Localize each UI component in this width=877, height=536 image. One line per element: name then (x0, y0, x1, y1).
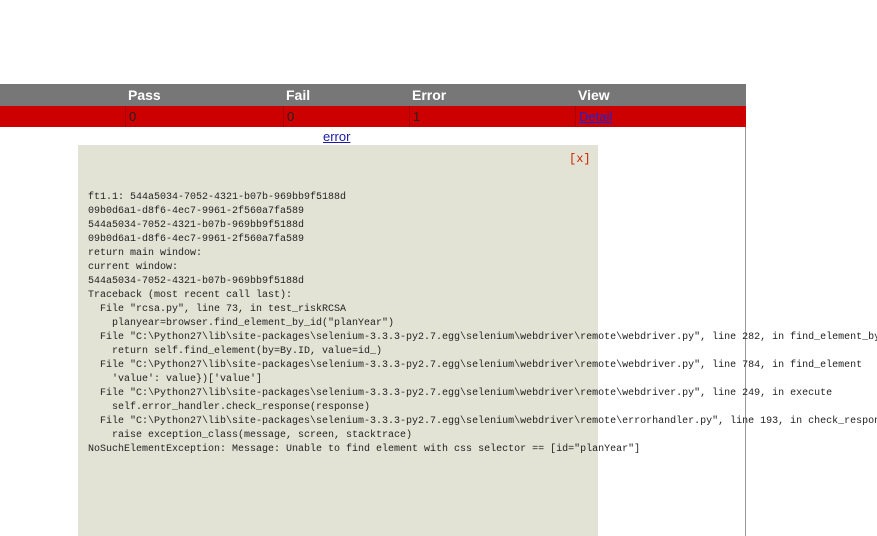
table-header-row: Pass Fail Error View (0, 84, 746, 106)
detail-link[interactable]: Detail (579, 109, 612, 124)
pass-count: 0 (125, 106, 283, 127)
table-row: 0 0 1 Detail (0, 106, 746, 127)
header-fail: Fail (286, 87, 311, 103)
header-error: Error (412, 87, 447, 103)
error-count: 1 (409, 106, 575, 127)
traceback-text: ft1.1: 544a5034-7052-4321-b07b-969bb9f51… (88, 192, 877, 455)
header-name (0, 84, 125, 106)
error-detail-popup: [x] ft1.1: 544a5034-7052-4321-b07b-969bb… (78, 145, 877, 536)
header-pass: Pass (128, 87, 161, 103)
close-button[interactable]: [x] (569, 152, 591, 166)
header-view: View (578, 87, 610, 103)
fail-count: 0 (283, 106, 409, 127)
row-name (0, 106, 125, 127)
view-cell: Detail (575, 106, 746, 127)
error-link[interactable]: error (323, 129, 350, 144)
